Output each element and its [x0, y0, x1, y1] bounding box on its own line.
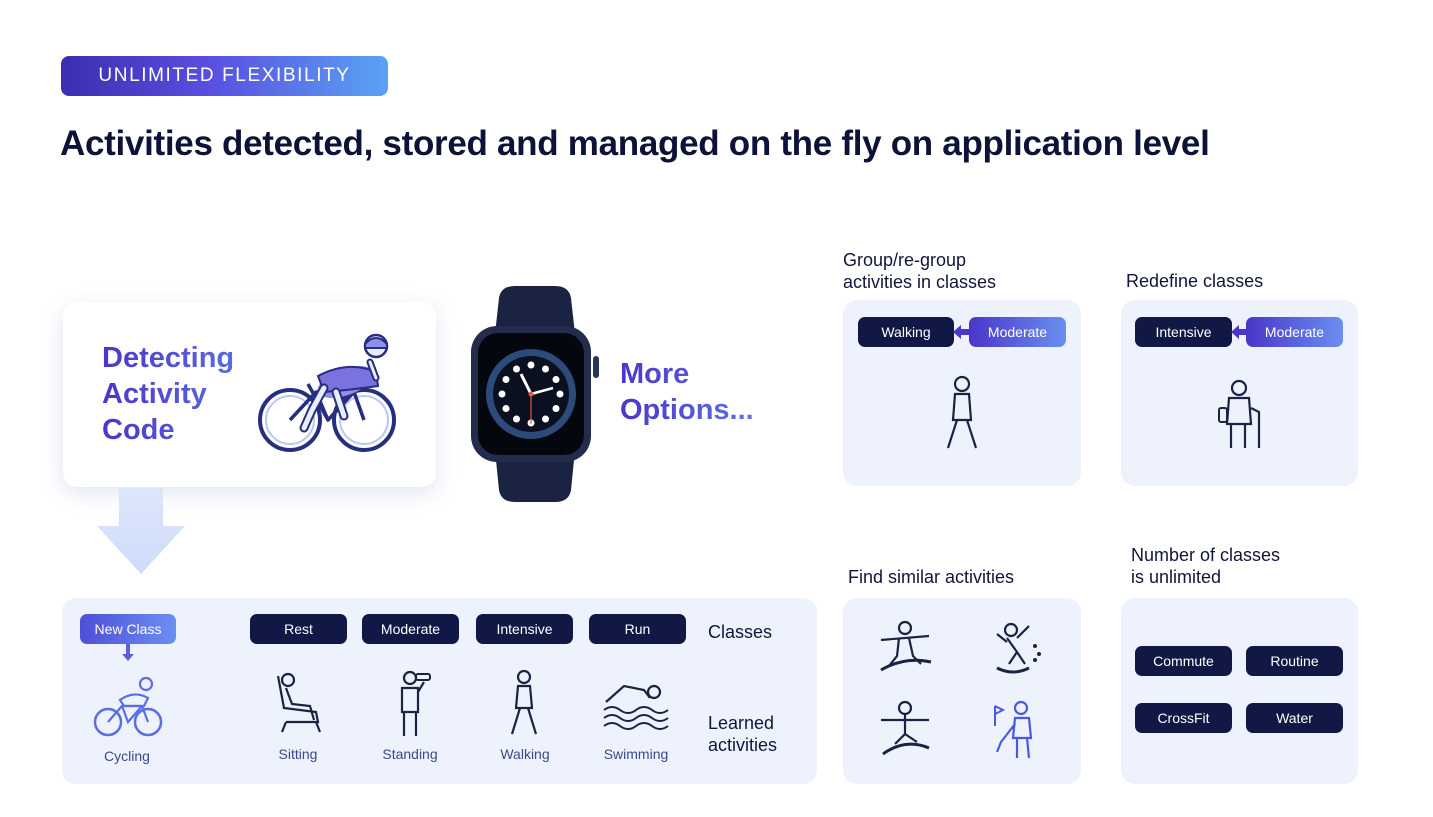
- class-pill-intensive[interactable]: Intensive: [476, 614, 573, 644]
- left-arrow-icon-2: [1231, 325, 1247, 339]
- skater-icon: [996, 622, 1041, 674]
- group-panel: Walking Moderate: [843, 300, 1081, 486]
- detect-line-2: Activity: [102, 376, 282, 412]
- unlimited-panel: Commute Routine CrossFit Water: [1121, 598, 1358, 784]
- group-left-pill[interactable]: Walking: [858, 317, 954, 347]
- class-pill-crossfit[interactable]: CrossFit: [1135, 703, 1232, 733]
- standing-icon: [400, 670, 431, 736]
- cycling-small-icon: [93, 676, 163, 737]
- activity-label-cycling: Cycling: [104, 748, 150, 764]
- page-title: Activities detected, stored and managed …: [60, 124, 1210, 163]
- learned-label-line-1: Learned: [708, 713, 775, 733]
- cyclist-icon: [258, 333, 396, 452]
- elderly-icon: [1218, 379, 1261, 448]
- class-pill-rest[interactable]: Rest: [250, 614, 347, 644]
- activity-label-sitting: Sitting: [278, 746, 318, 762]
- similar-panel-label: Find similar activities: [848, 567, 1015, 587]
- more-line-2: Options...: [620, 392, 780, 428]
- class-pill-commute[interactable]: Commute: [1135, 646, 1232, 676]
- class-pill-routine[interactable]: Routine: [1246, 646, 1343, 676]
- section-badge: UNLIMITED FLEXIBILITY: [61, 56, 388, 96]
- class-pill-run[interactable]: Run: [589, 614, 686, 644]
- activity-label-swimming: Swimming: [603, 746, 669, 762]
- classes-label: Classes: [708, 622, 773, 642]
- learned-label-line-2: activities: [708, 735, 778, 755]
- detecting-activity-heading: Detecting Activity Code: [102, 340, 282, 448]
- group-label-line-2: activities in classes: [843, 272, 997, 292]
- golfer-icon: [994, 700, 1033, 759]
- snowboarder-icon-2: [881, 700, 930, 756]
- activity-label-walking: Walking: [500, 746, 550, 762]
- new-class-pill[interactable]: New Class: [80, 614, 176, 644]
- unlimited-label-line-1: Number of classes: [1131, 545, 1281, 565]
- more-line-1: More: [620, 356, 780, 392]
- watch-image: [471, 286, 599, 502]
- left-arrow-icon: [953, 325, 969, 339]
- activity-label-standing: Standing: [382, 746, 438, 762]
- class-pill-water[interactable]: Water: [1246, 703, 1343, 733]
- swimmer-icon: [603, 684, 669, 730]
- unlimited-label-line-2: is unlimited: [1131, 567, 1222, 587]
- detect-line-3: Code: [102, 412, 282, 448]
- redefine-right-pill[interactable]: Moderate: [1246, 317, 1343, 347]
- walking-icon: [510, 669, 538, 735]
- group-right-pill[interactable]: Moderate: [969, 317, 1066, 347]
- down-arrow-icon: [97, 488, 185, 574]
- similar-panel: [843, 598, 1081, 784]
- redefine-left-pill[interactable]: Intensive: [1135, 317, 1232, 347]
- class-pill-moderate[interactable]: Moderate: [362, 614, 459, 644]
- unlimited-panel-label: Number of classes is unlimited: [1131, 544, 1280, 588]
- new-class-arrow-icon: [122, 644, 134, 661]
- group-panel-label: Group/re-group activities in classes: [843, 249, 996, 293]
- classes-panel: New Class Rest Moderate Intensive Run Cl…: [62, 598, 817, 784]
- sitting-icon: [276, 672, 322, 733]
- redefine-panel-label: Redefine classes: [1126, 271, 1264, 291]
- detect-line-1: Detecting: [102, 340, 282, 376]
- detecting-activity-card: Detecting Activity Code: [63, 302, 436, 487]
- walker-icon: [946, 375, 978, 449]
- more-options-heading: More Options...: [620, 356, 780, 428]
- learned-activities-label: Learned activities: [708, 712, 777, 756]
- snowboarder-icon: [880, 620, 932, 672]
- group-label-line-1: Group/re-group: [843, 250, 967, 270]
- redefine-panel: Intensive Moderate: [1121, 300, 1358, 486]
